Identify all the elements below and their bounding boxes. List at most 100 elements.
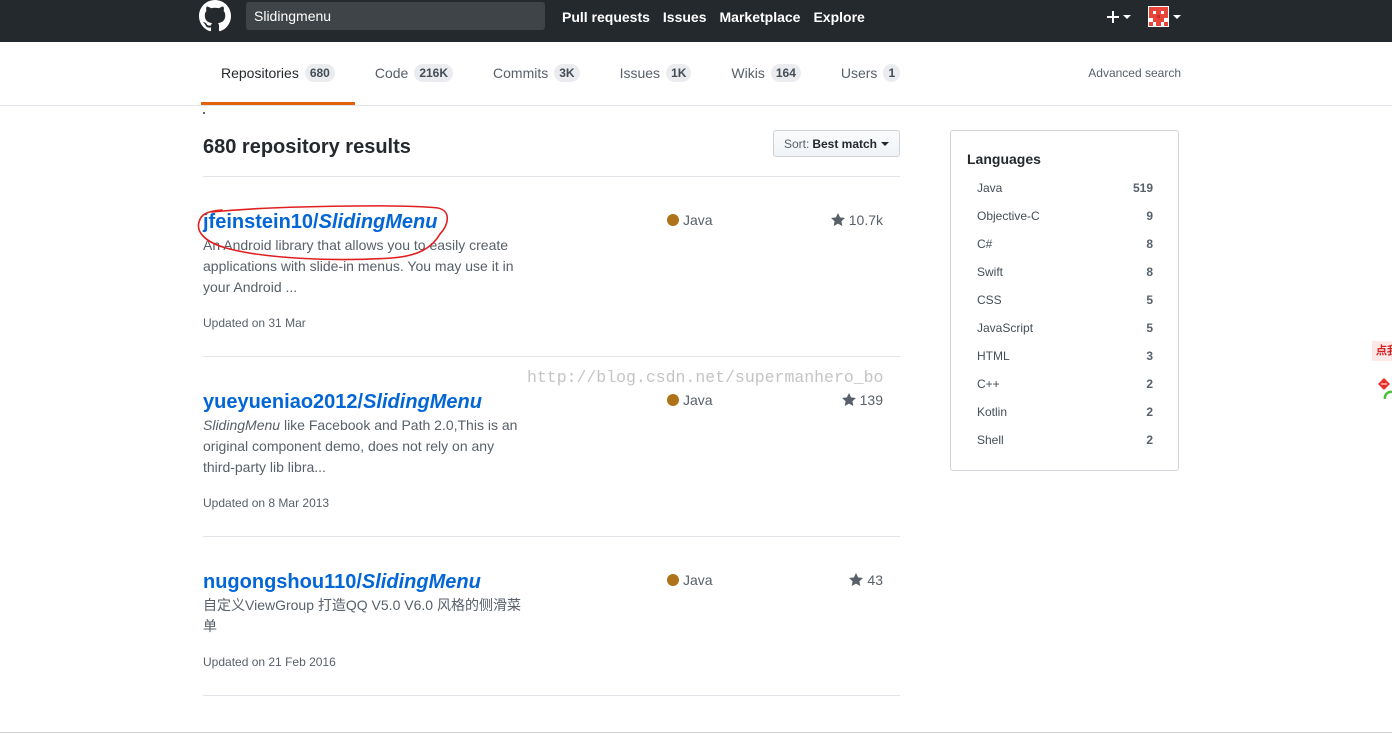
chevron-down-icon xyxy=(1123,15,1131,19)
language-name: Java xyxy=(683,391,713,408)
star-icon xyxy=(849,572,864,586)
tab-wikis[interactable]: Wikis 164 xyxy=(711,42,820,105)
tab-commits[interactable]: Commits 3K xyxy=(473,42,600,105)
star-count: 139 xyxy=(859,391,883,408)
repo-owner: jfeinstein10/ xyxy=(203,211,319,233)
repo-title-link[interactable]: nugongshou110/SlidingMenu xyxy=(203,569,667,595)
repo-name-match: SlidingMenu xyxy=(318,211,438,233)
advanced-search-link[interactable]: Advanced search xyxy=(1088,42,1181,105)
language-color-dot xyxy=(667,573,679,586)
tab-counter: 164 xyxy=(770,64,801,82)
repo-list-item: nugongshou110/SlidingMenu 自定义ViewGroup 打… xyxy=(203,537,900,696)
watermark: http://blog.csdn.net/supermanhero_bo xyxy=(527,368,884,387)
header-nav: Pull requests Issues Marketplace Explore xyxy=(562,7,878,27)
tab-label: Code xyxy=(374,65,409,81)
tab-counter: 1K xyxy=(666,64,692,82)
repo-language: Java xyxy=(667,389,817,410)
languages-filter-panel: Languages Java 519 Objective-C 9 C# 8 Swift… xyxy=(950,130,1179,471)
sort-dropdown-button[interactable]: Sort: Best match xyxy=(772,130,900,157)
repo-language: Java xyxy=(667,209,817,230)
language-filter-item[interactable]: Java 519 xyxy=(967,174,1162,202)
language-filter-item[interactable]: C# 8 xyxy=(967,230,1162,258)
repo-info: yueyueniao2012/SlidingMenu SlidingMenu l… xyxy=(203,389,667,512)
language-filter-item[interactable]: CSS 5 xyxy=(967,286,1162,314)
language-filter-item[interactable]: Kotlin 2 xyxy=(967,398,1162,426)
tab-counter: 216K xyxy=(414,64,454,82)
language-name: Java xyxy=(683,211,713,228)
language-filter-item[interactable]: HTML 3 xyxy=(967,342,1162,370)
language-filter-item[interactable]: JavaScript 5 xyxy=(967,314,1162,342)
results-column: 680 repository results Sort: Best match … xyxy=(203,106,900,696)
description-text: 自定义ViewGroup 打造QQ V5.0 V6.0 风格的侧滑菜单 xyxy=(203,597,521,634)
nav-marketplace[interactable]: Marketplace xyxy=(720,7,801,27)
language-filter-item[interactable]: C++ 2 xyxy=(967,370,1162,398)
repo-title-link[interactable]: jfeinstein10/SlidingMenu xyxy=(203,209,667,235)
chevron-down-icon xyxy=(881,141,889,146)
star-count: 43 xyxy=(867,571,883,588)
description-match: SlidingMenu xyxy=(203,417,281,433)
repo-description: 自定义ViewGroup 打造QQ V5.0 V6.0 风格的侧滑菜单 xyxy=(203,595,521,637)
language-filter-name: C++ xyxy=(977,377,1000,391)
tab-issues[interactable]: Issues 1K xyxy=(600,42,712,105)
language-filter-item[interactable]: Swift 8 xyxy=(967,258,1162,286)
floating-badge-icon[interactable] xyxy=(1376,377,1392,401)
languages-heading: Languages xyxy=(967,151,1041,167)
language-filter-name: Objective-C xyxy=(977,209,1040,223)
language-filter-name: CSS xyxy=(977,293,1002,307)
language-filter-count: 2 xyxy=(1146,405,1153,419)
tab-counter: 680 xyxy=(304,64,335,82)
page-footer-divider xyxy=(0,732,1392,733)
repo-description: An Android library that allows you to ea… xyxy=(203,235,521,298)
tab-code[interactable]: Code 216K xyxy=(355,42,473,105)
nav-issues[interactable]: Issues xyxy=(663,7,707,27)
tab-list: Repositories 680 Code 216K Commits 3K Is… xyxy=(201,42,920,105)
top-header: Pull requests Issues Marketplace Explore xyxy=(0,0,1392,42)
tab-label: Repositories xyxy=(221,65,299,81)
tab-counter: 1 xyxy=(883,64,901,82)
repo-title-link[interactable]: yueyueniao2012/SlidingMenu xyxy=(203,389,667,415)
language-filter-count: 9 xyxy=(1146,209,1153,223)
language-filter-name: Kotlin xyxy=(977,405,1008,419)
language-filter-item[interactable]: Objective-C 9 xyxy=(967,202,1162,230)
nav-explore[interactable]: Explore xyxy=(813,7,864,27)
language-color-dot xyxy=(667,393,679,406)
chevron-down-icon xyxy=(1173,14,1181,19)
star-icon xyxy=(830,212,845,226)
repo-name-match: SlidingMenu xyxy=(363,391,482,413)
tab-repositories[interactable]: Repositories 680 xyxy=(201,42,355,105)
sort-prefix: Sort: xyxy=(783,136,810,151)
repo-list-item: jfeinstein10/SlidingMenu An Android libr… xyxy=(203,177,900,357)
language-filter-name: Shell xyxy=(977,433,1004,447)
search-input[interactable] xyxy=(246,2,545,30)
language-filter-count: 2 xyxy=(1146,377,1153,391)
language-filter-name: Java xyxy=(977,181,1003,195)
tab-users[interactable]: Users 1 xyxy=(821,42,920,105)
repo-name-match: SlidingMenu xyxy=(361,571,481,593)
language-filter-name: Swift xyxy=(977,265,1004,279)
repo-info: jfeinstein10/SlidingMenu An Android libr… xyxy=(203,209,667,332)
side-floating-widget[interactable]: 点我 xyxy=(1372,341,1392,361)
repo-stars-link[interactable]: 10.7k xyxy=(817,209,900,230)
github-mark-icon[interactable] xyxy=(199,0,231,32)
avatar xyxy=(1148,6,1169,27)
search-type-tabs: Repositories 680 Code 216K Commits 3K Is… xyxy=(0,42,1392,106)
language-filter-count: 8 xyxy=(1146,265,1153,279)
repo-info: nugongshou110/SlidingMenu 自定义ViewGroup 打… xyxy=(203,569,667,671)
tab-label: Users xyxy=(840,65,878,81)
language-filter-item[interactable]: Shell 2 xyxy=(967,426,1162,454)
language-color-dot xyxy=(667,213,679,226)
tab-label: Wikis xyxy=(731,65,765,81)
results-count-heading: 680 repository results xyxy=(203,136,411,158)
tab-label: Issues xyxy=(619,65,661,81)
description-text: An Android library that allows you to ea… xyxy=(203,237,514,295)
user-menu-button[interactable] xyxy=(1148,6,1181,27)
nav-pull-requests[interactable]: Pull requests xyxy=(562,7,650,27)
language-filter-count: 8 xyxy=(1146,237,1153,251)
language-filter-count: 5 xyxy=(1146,293,1153,307)
repo-stars-link[interactable]: 139 xyxy=(817,389,900,410)
create-new-button[interactable] xyxy=(1107,9,1131,25)
language-filter-count: 5 xyxy=(1146,321,1153,335)
repo-stars-link[interactable]: 43 xyxy=(817,569,900,590)
repo-updated: Updated on 21 Feb 2016 xyxy=(203,655,336,669)
results-header: 680 repository results Sort: Best match xyxy=(203,130,900,177)
